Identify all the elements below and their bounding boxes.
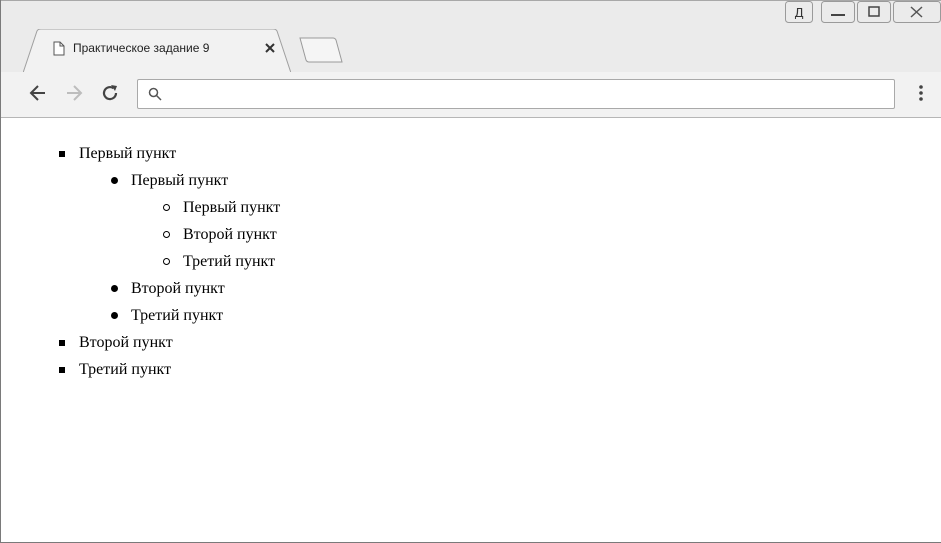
- list-item-label: Второй пункт: [79, 334, 173, 351]
- square-bullet-icon: [59, 340, 65, 346]
- square-bullet-icon: [59, 151, 65, 157]
- tab-title: Практическое задание 9: [73, 41, 210, 55]
- square-bullet-icon: [59, 367, 65, 373]
- close-icon[interactable]: [263, 41, 277, 55]
- disc-bullet-icon: [111, 312, 118, 319]
- list-item: Второй пункт: [59, 329, 280, 356]
- back-arrow-icon[interactable]: [27, 82, 49, 104]
- list-item: Третий пункт: [111, 302, 280, 329]
- svg-text:Д: Д: [794, 6, 803, 20]
- outer-list: Первый пункт Первый пункт Первый пункт В…: [59, 140, 281, 383]
- forward-arrow-icon[interactable]: [63, 82, 85, 104]
- list-item: Второй пункт: [163, 221, 280, 248]
- disc-bullet-icon: [111, 285, 118, 292]
- list-item-label: Первый пункт: [79, 145, 177, 162]
- list-item: Первый пункт Первый пункт Второй пункт Т…: [111, 167, 281, 275]
- user-icon[interactable]: Д: [785, 1, 813, 23]
- list-item-label: Первый пункт: [131, 172, 229, 189]
- circle-bullet-icon: [163, 258, 170, 265]
- address-input[interactable]: [170, 84, 874, 106]
- maximize-icon[interactable]: [857, 1, 891, 23]
- list-item-label: Второй пункт: [183, 226, 277, 243]
- new-tab-icon[interactable]: [299, 37, 343, 63]
- list-item: Первый пункт: [163, 194, 281, 221]
- reload-icon[interactable]: [99, 82, 121, 104]
- circle-bullet-icon: [163, 204, 170, 211]
- address-bar[interactable]: [137, 79, 895, 109]
- nested-list: Первый пункт Первый пункт Второй пункт Т…: [111, 167, 281, 329]
- toolbar: [1, 72, 941, 118]
- list-item-label: Третий пункт: [79, 361, 172, 378]
- nested-list: Первый пункт Второй пункт Третий пункт: [163, 194, 281, 275]
- minimize-icon[interactable]: [821, 1, 855, 23]
- list-item-label: Третий пункт: [131, 307, 224, 324]
- list-item: Третий пункт: [59, 356, 280, 383]
- tab-strip: Практическое задание 9 Д: [1, 0, 941, 73]
- document-icon: [53, 41, 65, 56]
- list-item: Третий пункт: [163, 248, 280, 275]
- close-window-icon[interactable]: [893, 1, 941, 23]
- list-item: Первый пункт Первый пункт Первый пункт В…: [59, 140, 281, 329]
- tab-active[interactable]: Практическое задание 9: [23, 29, 291, 73]
- list-item-label: Первый пункт: [183, 199, 281, 216]
- circle-bullet-icon: [163, 231, 170, 238]
- list-item-label: Второй пункт: [131, 280, 225, 297]
- list-item: Второй пункт: [111, 275, 280, 302]
- disc-bullet-icon: [111, 177, 118, 184]
- search-icon: [148, 87, 162, 101]
- list-item-label: Третий пункт: [183, 253, 276, 270]
- browser-window: Практическое задание 9 Д Первый пункт Пе…: [0, 0, 941, 543]
- more-vert-icon[interactable]: [911, 82, 931, 104]
- page-content: Первый пункт Первый пункт Первый пункт В…: [1, 118, 941, 542]
